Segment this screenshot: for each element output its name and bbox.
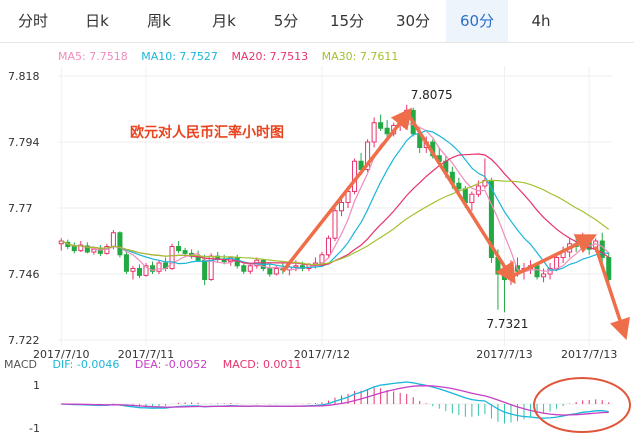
y-tick-label: 7.746 <box>8 268 40 281</box>
candle <box>554 257 560 269</box>
candle <box>241 265 247 272</box>
candle <box>91 248 97 253</box>
candle <box>469 193 475 203</box>
candle <box>338 202 345 212</box>
candle <box>117 232 123 256</box>
low-price-label: 7.7321 <box>486 317 528 331</box>
x-tick-label: 2017/7/11 <box>118 348 174 361</box>
candle <box>599 240 605 258</box>
candle <box>71 246 77 252</box>
highlight-circle <box>533 377 631 433</box>
candle <box>371 122 377 143</box>
y-tick-label: 7.794 <box>8 136 40 149</box>
candle <box>501 273 507 280</box>
candle <box>110 232 116 247</box>
candle <box>136 268 142 276</box>
candlestick-chart: 7.818 7.794 7.77 7.746 7.7222017/7/10 2017/7/… <box>8 66 631 435</box>
candle <box>293 265 299 268</box>
candle <box>378 122 384 129</box>
candle <box>169 246 175 269</box>
candle <box>541 273 547 278</box>
candle <box>456 182 462 190</box>
candle <box>156 262 162 272</box>
candle <box>332 210 338 239</box>
y-tick-label: 7.818 <box>8 70 40 83</box>
y-tick-label: 7.77 <box>8 202 33 215</box>
x-tick-label: 2017/7/12 <box>294 348 350 361</box>
y-tick-label: 7.722 <box>8 334 40 347</box>
high-price-label: 7.8075 <box>411 88 453 102</box>
candle <box>123 254 129 272</box>
candle <box>267 268 273 275</box>
x-tick-label: 2017/7/10 <box>33 348 89 361</box>
candle <box>247 265 253 272</box>
macd-tick-label: -1 <box>29 422 40 435</box>
annotation-title: 欧元对人民币汇率小时图 <box>130 124 284 141</box>
candle <box>384 127 390 135</box>
candle <box>176 246 182 252</box>
macd-tick-label: 1 <box>33 379 40 392</box>
candle <box>325 237 332 256</box>
trend-arrow <box>281 107 413 273</box>
ma10-line <box>61 129 609 271</box>
candle <box>202 259 208 280</box>
x-tick-label: 2017/7/13 <box>476 348 532 361</box>
candle <box>182 250 188 254</box>
candle <box>273 268 279 275</box>
candle <box>208 255 214 280</box>
x-tick-label: 2017/7/13 <box>561 348 617 361</box>
candle <box>130 268 136 272</box>
candle <box>534 265 540 278</box>
